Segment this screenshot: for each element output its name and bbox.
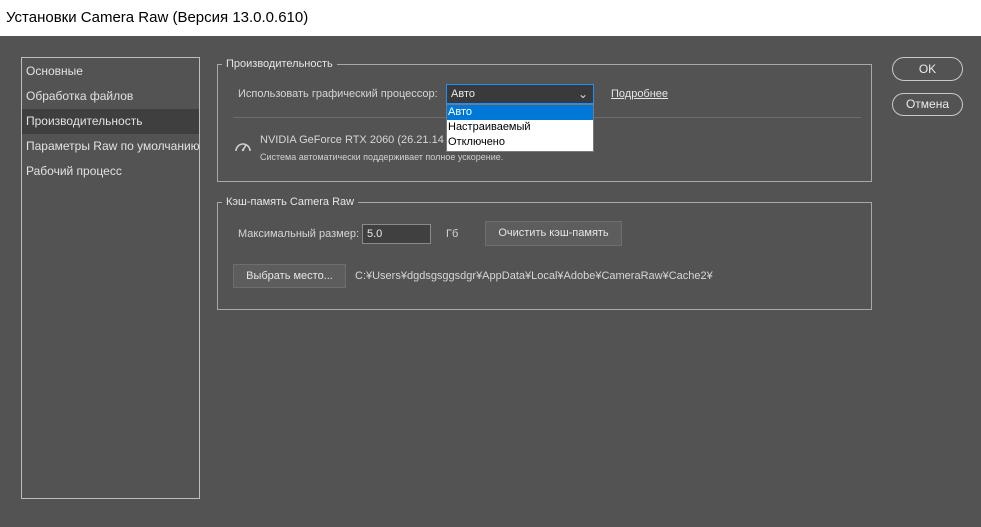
title-bar: Установки Camera Raw (Версия 13.0.0.610) (0, 0, 981, 36)
max-size-input[interactable]: 5.0 (362, 224, 431, 244)
speedometer-icon (235, 143, 251, 152)
gpu-select-value: Авто (451, 88, 475, 100)
sidebar-item-performance[interactable]: Производительность (22, 109, 199, 134)
window-title: Установки Camera Raw (Версия 13.0.0.610) (6, 9, 309, 26)
sidebar-item-file-handling[interactable]: Обработка файлов (22, 84, 199, 109)
clear-cache-button[interactable]: Очистить кэш-память (485, 221, 622, 246)
chevron-down-icon: ⌄ (577, 87, 588, 101)
size-unit: Гб (446, 228, 459, 240)
gpu-option-disabled[interactable]: Отключено (447, 135, 593, 150)
sidebar-item-workflow[interactable]: Рабочий процесс (22, 159, 199, 184)
choose-location-button[interactable]: Выбрать место... (233, 264, 346, 288)
gpu-select[interactable]: Авто ⌄ (446, 84, 594, 104)
gpu-status: Система автоматически поддерживает полно… (260, 152, 504, 162)
gpu-label: Использовать графический процессор: (238, 88, 438, 100)
more-info-link[interactable]: Подробнее (611, 88, 668, 100)
cache-legend: Кэш-память Camera Raw (226, 196, 355, 208)
sidebar: Основные Обработка файлов Производительн… (21, 57, 200, 499)
max-size-label: Максимальный размер: (238, 228, 360, 240)
ok-button[interactable]: OK (892, 57, 963, 81)
sidebar-item-raw-defaults[interactable]: Параметры Raw по умолчанию (22, 134, 200, 159)
sidebar-item-general[interactable]: Основные (22, 59, 199, 84)
gpu-name: NVIDIA GeForce RTX 2060 (26.21.14. (260, 134, 445, 146)
gpu-option-auto[interactable]: Авто (447, 105, 593, 120)
gpu-option-custom[interactable]: Настраиваемый (447, 120, 593, 135)
performance-legend: Производительность (226, 58, 333, 70)
gpu-dropdown-list: Авто Настраиваемый Отключено (446, 104, 594, 152)
cache-path: C:¥Users¥dgdsgsggsdgr¥AppData¥Local¥Adob… (355, 270, 713, 282)
cache-group: Кэш-память Camera Raw (217, 196, 872, 310)
cancel-button[interactable]: Отмена (892, 93, 963, 116)
